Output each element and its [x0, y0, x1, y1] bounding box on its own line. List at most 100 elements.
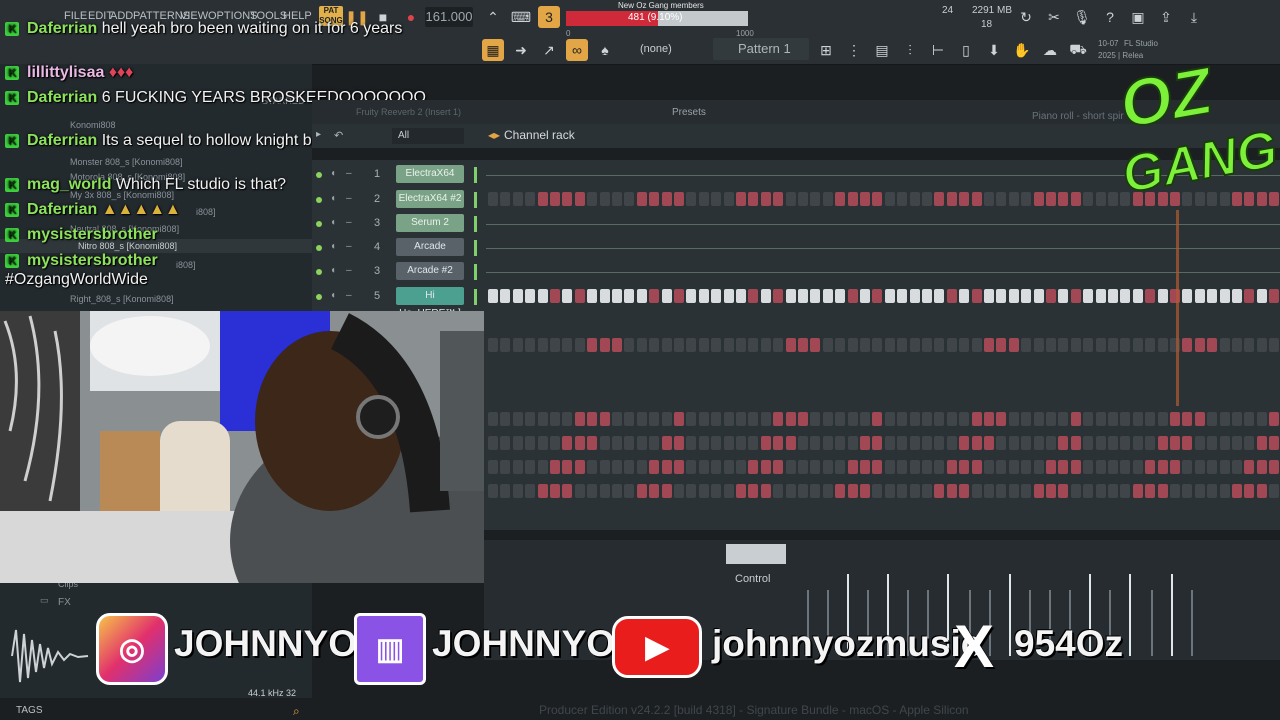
step-button[interactable]: [1145, 484, 1156, 498]
step-button[interactable]: [661, 338, 672, 352]
step-button[interactable]: [1182, 436, 1193, 450]
step-button[interactable]: [587, 436, 598, 450]
step-button[interactable]: [1083, 412, 1094, 426]
step-button[interactable]: [785, 289, 796, 303]
step-button[interactable]: [612, 460, 622, 474]
step-button[interactable]: [599, 412, 610, 426]
step-button[interactable]: [959, 460, 970, 474]
step-button[interactable]: [822, 460, 833, 474]
step-button[interactable]: [550, 460, 560, 474]
step-button[interactable]: [922, 460, 932, 474]
step-button[interactable]: [835, 289, 846, 303]
step-button[interactable]: [847, 338, 858, 352]
faders-icon[interactable]: ⫶: [899, 39, 921, 61]
step-button[interactable]: [1207, 412, 1218, 426]
tools-icon[interactable]: ✂: [1043, 6, 1065, 28]
step-button[interactable]: [860, 484, 870, 498]
step-button[interactable]: [1132, 289, 1143, 303]
step-button[interactable]: [1194, 412, 1205, 426]
step-button[interactable]: [723, 460, 734, 474]
step-button[interactable]: [1219, 289, 1230, 303]
mixer-track-number[interactable]: 4: [370, 241, 384, 253]
step-button[interactable]: [822, 192, 833, 206]
step-button[interactable]: [909, 436, 920, 450]
step-button[interactable]: [698, 412, 709, 426]
step-button[interactable]: [922, 192, 932, 206]
step-button[interactable]: [872, 412, 883, 426]
step-button[interactable]: [810, 289, 821, 303]
step-button[interactable]: [946, 412, 957, 426]
arrow-icon[interactable]: ➜: [510, 39, 532, 61]
step-button[interactable]: [612, 484, 622, 498]
step-button[interactable]: [971, 192, 982, 206]
step-button[interactable]: [1207, 338, 1218, 352]
step-button[interactable]: [1145, 460, 1156, 474]
step-button[interactable]: [488, 412, 498, 426]
step-button[interactable]: [1120, 289, 1131, 303]
mixer-track-number[interactable]: 3: [370, 217, 384, 229]
step-button[interactable]: [1256, 484, 1267, 498]
step-button[interactable]: [1033, 460, 1044, 474]
step-button[interactable]: [525, 484, 536, 498]
step-button[interactable]: [1108, 289, 1118, 303]
step-button[interactable]: [500, 412, 511, 426]
step-button[interactable]: [860, 460, 870, 474]
step-button[interactable]: [909, 412, 920, 426]
step-button[interactable]: [587, 484, 598, 498]
step-button[interactable]: [822, 484, 833, 498]
step-button[interactable]: [785, 338, 796, 352]
step-button[interactable]: [773, 436, 784, 450]
step-button[interactable]: [1046, 289, 1056, 303]
step-button[interactable]: [500, 338, 511, 352]
step-button[interactable]: [1046, 192, 1056, 206]
step-button[interactable]: [624, 436, 635, 450]
pan-knob-icon[interactable]: ◖: [330, 241, 336, 252]
countdown-icon[interactable]: 3: [538, 6, 560, 28]
step-button[interactable]: [760, 338, 771, 352]
step-button[interactable]: [649, 192, 660, 206]
step-button[interactable]: [1145, 289, 1156, 303]
step-button[interactable]: [1256, 436, 1267, 450]
step-button[interactable]: [1120, 436, 1131, 450]
step-button[interactable]: [500, 192, 511, 206]
step-button[interactable]: [760, 484, 771, 498]
step-button[interactable]: [872, 338, 883, 352]
step-button[interactable]: [860, 436, 870, 450]
step-button[interactable]: [1058, 338, 1069, 352]
step-button[interactable]: [512, 484, 523, 498]
step-button[interactable]: [500, 289, 511, 303]
step-button[interactable]: [512, 289, 523, 303]
step-button[interactable]: [1008, 436, 1019, 450]
step-button[interactable]: [1194, 484, 1205, 498]
step-button[interactable]: [1170, 436, 1180, 450]
step-button[interactable]: [488, 338, 498, 352]
step-button[interactable]: [686, 289, 697, 303]
step-button[interactable]: [1008, 289, 1019, 303]
step-button[interactable]: [649, 412, 660, 426]
snap-select[interactable]: (none): [640, 43, 672, 55]
step-button[interactable]: [612, 412, 622, 426]
step-button[interactable]: [1207, 289, 1218, 303]
step-button[interactable]: [711, 484, 722, 498]
step-button[interactable]: [488, 289, 498, 303]
step-button[interactable]: [574, 460, 585, 474]
step-button[interactable]: [798, 289, 808, 303]
step-button[interactable]: [884, 484, 895, 498]
step-button[interactable]: [1219, 412, 1230, 426]
step-button[interactable]: [599, 460, 610, 474]
step-button[interactable]: [636, 338, 647, 352]
step-button[interactable]: [587, 289, 598, 303]
step-button[interactable]: [636, 289, 647, 303]
step-button[interactable]: [897, 192, 908, 206]
step-button[interactable]: [909, 289, 920, 303]
step-button[interactable]: [1095, 192, 1106, 206]
step-button[interactable]: [773, 192, 784, 206]
step-button[interactable]: [847, 289, 858, 303]
step-button[interactable]: [984, 338, 994, 352]
step-button[interactable]: [1033, 192, 1044, 206]
step-button[interactable]: [500, 484, 511, 498]
step-button[interactable]: [748, 412, 759, 426]
step-button[interactable]: [872, 484, 883, 498]
control-selector[interactable]: Control: [735, 573, 770, 585]
step-button[interactable]: [959, 338, 970, 352]
